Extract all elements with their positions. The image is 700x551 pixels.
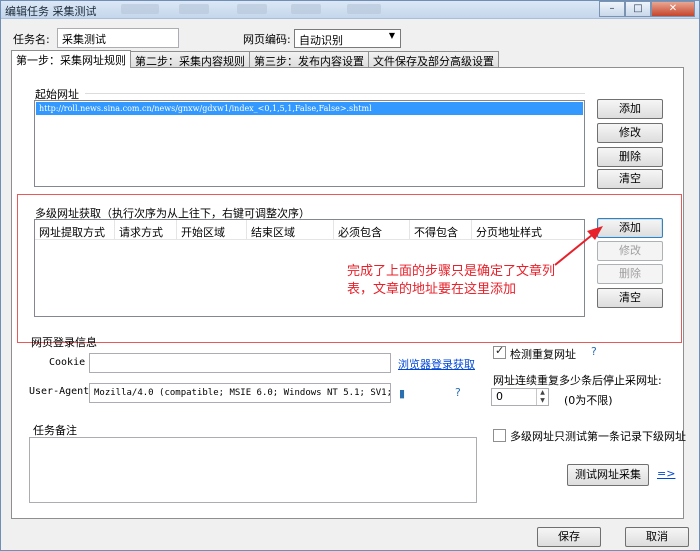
- title-bar-blurred-text: [121, 4, 159, 14]
- cancel-button[interactable]: 取消: [625, 527, 689, 547]
- start-url-clear-button[interactable]: 清空: [597, 169, 663, 189]
- start-url-list[interactable]: http://roll.news.sina.com.cn/news/gnxw/g…: [34, 100, 585, 187]
- encoding-select[interactable]: 自动识别 ▼: [294, 29, 401, 48]
- group-divider: [85, 93, 585, 94]
- save-button[interactable]: 保存: [537, 527, 601, 547]
- title-bar-blurred-text: [347, 4, 381, 14]
- help-icon[interactable]: ?: [591, 345, 597, 358]
- browser-login-link[interactable]: 浏览器登录获取: [398, 356, 475, 372]
- help-icon[interactable]: ?: [455, 386, 461, 399]
- annotation-note: 完成了上面的步骤只是确定了文章列表，文章的地址要在这里添加: [347, 264, 556, 297]
- maximize-button[interactable]: □: [625, 1, 651, 17]
- task-name-label: 任务名:: [13, 33, 50, 46]
- task-notes-label: 任务备注: [33, 424, 77, 437]
- title-bar-blurred-text: [179, 4, 209, 14]
- window-title: 编辑任务 采集测试: [5, 5, 97, 18]
- tab-content-rules[interactable]: 第二步：采集内容规则: [130, 51, 250, 68]
- test-url-collect-button[interactable]: 测试网址采集: [567, 464, 649, 486]
- start-url-add-button[interactable]: 添加: [597, 99, 663, 119]
- test-first-record-checkbox[interactable]: [493, 429, 506, 442]
- stop-after-duplicates-value: 0: [496, 390, 503, 403]
- user-agent-label: User-Agent: [29, 386, 90, 397]
- start-url-item[interactable]: http://roll.news.sina.com.cn/news/gnxw/g…: [36, 102, 583, 115]
- login-group-label: 网页登录信息: [31, 336, 97, 349]
- user-agent-input[interactable]: Mozilla/4.0 (compatible; MSIE 6.0; Windo…: [89, 383, 391, 403]
- user-agent-picker-icon[interactable]: ▮: [399, 387, 405, 400]
- stepper-arrows-icon[interactable]: ▲ ▼: [536, 389, 548, 405]
- check-duplicate-label: 检测重复网址: [510, 348, 576, 361]
- tab-url-rules[interactable]: 第一步：采集网址规则: [11, 50, 131, 68]
- stop-after-duplicates-hint: (0为不限): [564, 394, 613, 407]
- title-bar-blurred-text: [237, 4, 267, 14]
- test-first-record-label: 多级网址只测试第一条记录下级网址: [510, 430, 686, 443]
- edit-task-window: 编辑任务 采集测试 – □ ✕ 任务名: 采集测试 网页编码: 自动识别 ▼ 第…: [0, 0, 700, 551]
- encoding-label: 网页编码:: [243, 33, 291, 46]
- start-url-edit-button[interactable]: 修改: [597, 123, 663, 143]
- encoding-select-value: 自动识别: [299, 34, 343, 47]
- minimize-button[interactable]: –: [599, 1, 625, 17]
- check-duplicate-checkbox[interactable]: [493, 344, 506, 359]
- title-bar: 编辑任务 采集测试 – □ ✕: [1, 1, 699, 19]
- title-bar-blurred-text: [291, 4, 321, 14]
- stop-after-duplicates-label: 网址连续重复多少条后停止采网址:: [493, 374, 662, 387]
- task-name-input[interactable]: 采集测试: [57, 28, 179, 48]
- task-notes-textarea[interactable]: [29, 437, 477, 503]
- cookie-input[interactable]: [89, 353, 391, 373]
- cookie-label: Cookie: [49, 357, 86, 368]
- tab-file-settings[interactable]: 文件保存及部分高级设置: [368, 51, 499, 68]
- close-button[interactable]: ✕: [651, 1, 695, 17]
- chevron-down-icon: ▼: [388, 31, 395, 40]
- tab-strip: 第一步：采集网址规则 第二步：采集内容规则 第三步：发布内容设置 文件保存及部分…: [11, 50, 499, 68]
- test-result-arrow-link[interactable]: =>: [657, 467, 675, 480]
- stop-after-duplicates-stepper[interactable]: 0 ▲ ▼: [491, 388, 549, 406]
- start-url-delete-button[interactable]: 删除: [597, 147, 663, 167]
- tab-publish-settings[interactable]: 第三步：发布内容设置: [249, 51, 369, 68]
